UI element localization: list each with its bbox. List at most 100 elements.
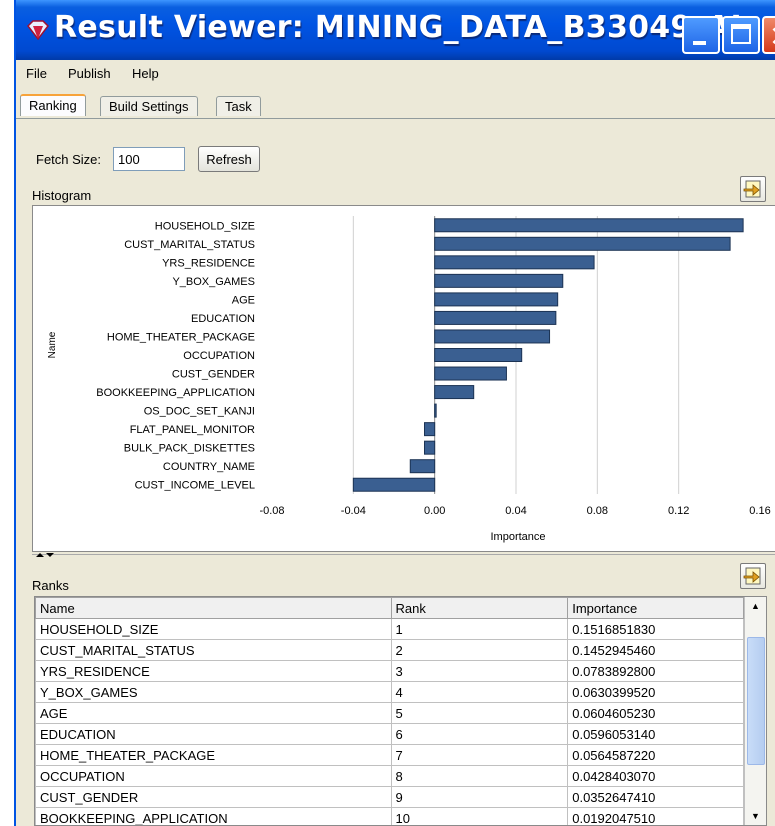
table-row[interactable]: BOOKKEEPING_APPLICATION 10 0.0192047510 [35, 807, 744, 825]
cell-rank: 8 [390, 765, 569, 787]
bar [434, 366, 507, 381]
result-viewer-window: Result Viewer: MINING_DATA_B33049_AI ✕ F… [14, 0, 775, 826]
cell-rank: 2 [390, 639, 569, 661]
bar [434, 292, 559, 307]
cell-name: OCCUPATION [35, 765, 392, 787]
cell-rank: 10 [390, 807, 569, 825]
y-category-label: COUNTRY_NAME [163, 461, 255, 473]
y-category-label: OCCUPATION [183, 350, 255, 362]
close-button[interactable]: ✕ [762, 16, 775, 54]
table-row[interactable]: HOUSEHOLD_SIZE 1 0.1516851830 [35, 618, 744, 640]
x-tick-label: -0.08 [259, 505, 284, 517]
cell-name: HOUSEHOLD_SIZE [35, 618, 392, 640]
cell-importance: 0.0630399520 [567, 681, 744, 703]
histogram-svg: -0.08 -0.04 0.00 0.04 0.08 0.12 0.16 HOUSEHOLD_… [47, 216, 771, 543]
y-category-label: FLAT_PANEL_MONITOR [130, 424, 255, 436]
tab-ranking[interactable]: Ranking [20, 94, 86, 116]
table-row[interactable]: YRS_RESIDENCE 3 0.0783892800 [35, 660, 744, 682]
cell-name: YRS_RESIDENCE [35, 660, 392, 682]
scroll-thumb[interactable] [747, 637, 765, 765]
bar [434, 348, 523, 362]
maximize-icon [731, 24, 751, 44]
scroll-up-icon[interactable]: ▲ [745, 597, 766, 615]
table-header-row: Name Rank Importance [35, 597, 744, 619]
cell-importance: 0.0596053140 [567, 723, 744, 745]
column-header-importance[interactable]: Importance [567, 597, 744, 619]
maximize-button[interactable] [722, 16, 760, 54]
y-category-label: HOME_THEATER_PACKAGE [107, 331, 255, 343]
y-category-label: Y_BOX_GAMES [172, 276, 255, 288]
cell-name: CUST_MARITAL_STATUS [35, 639, 392, 661]
title-bar[interactable]: Result Viewer: MINING_DATA_B33049_AI ✕ [16, 0, 775, 60]
table-row[interactable]: Y_BOX_GAMES 4 0.0630399520 [35, 681, 744, 703]
y-category-label: HOUSEHOLD_SIZE [155, 220, 255, 232]
cell-importance: 0.0783892800 [567, 660, 744, 682]
table-row[interactable]: HOME_THEATER_PACKAGE 7 0.0564587220 [35, 744, 744, 766]
table-row[interactable]: OCCUPATION 8 0.0428403070 [35, 765, 744, 787]
scroll-down-icon[interactable]: ▼ [745, 807, 766, 825]
cell-name: HOME_THEATER_PACKAGE [35, 744, 392, 766]
x-tick-label: 0.12 [668, 505, 689, 517]
ranks-table: Name Rank Importance HOUSEHOLD_SIZE 1 0.15… [34, 596, 767, 826]
bar [409, 459, 436, 474]
splitter-arrows-icon [36, 553, 54, 557]
minimize-icon [693, 41, 706, 45]
tab-strip: Ranking Build Settings Task [16, 94, 775, 119]
cell-rank: 5 [390, 702, 569, 724]
y-category-label: AGE [232, 294, 255, 306]
bar [434, 310, 557, 325]
x-tick-label: -0.04 [341, 505, 366, 517]
bar [352, 477, 436, 492]
menu-bar: File Publish Help [16, 62, 775, 86]
fetch-size-input[interactable] [113, 147, 185, 171]
histogram-export-button[interactable] [740, 176, 766, 202]
gem-icon [27, 20, 49, 40]
bar [434, 218, 744, 233]
cell-rank: 3 [390, 660, 569, 682]
y-axis-title: Name [47, 331, 58, 358]
cell-rank: 1 [390, 618, 569, 640]
y-category-label: CUST_GENDER [172, 369, 255, 381]
x-tick-label: 0.08 [587, 505, 608, 517]
y-category-label: CUST_INCOME_LEVEL [135, 480, 255, 492]
histogram-chart: -0.08 -0.04 0.00 0.04 0.08 0.12 0.16 HOUSEHOLD_… [32, 205, 775, 552]
bar [434, 403, 437, 418]
histogram-label: Histogram [32, 188, 92, 203]
column-header-rank[interactable]: Rank [390, 597, 569, 619]
table-row[interactable]: CUST_MARITAL_STATUS 2 0.1452945460 [35, 639, 744, 661]
table-row[interactable]: AGE 5 0.0604605230 [35, 702, 744, 724]
bar [434, 273, 564, 288]
table-row[interactable]: EDUCATION 6 0.0596053140 [35, 723, 744, 745]
cell-name: BOOKKEEPING_APPLICATION [35, 807, 392, 825]
tab-build-settings[interactable]: Build Settings [100, 96, 198, 116]
fetch-size-label: Fetch Size: [36, 152, 102, 167]
cell-importance: 0.0352647410 [567, 786, 744, 808]
menu-file[interactable]: File [26, 66, 47, 81]
cell-importance: 0.0428403070 [567, 765, 744, 787]
ranks-export-button[interactable] [740, 563, 766, 589]
cell-importance: 0.0192047510 [567, 807, 744, 825]
cell-importance: 0.0604605230 [567, 702, 744, 724]
table-row[interactable]: CUST_GENDER 9 0.0352647410 [35, 786, 744, 808]
bar [424, 440, 436, 455]
x-tick-label: 0.04 [505, 505, 526, 517]
cell-name: CUST_GENDER [35, 786, 392, 808]
minimize-button[interactable] [682, 16, 720, 54]
tab-task[interactable]: Task [216, 96, 261, 116]
y-category-label: BULK_PACK_DISKETTES [124, 443, 255, 455]
bar [434, 236, 731, 251]
cell-rank: 6 [390, 723, 569, 745]
export-icon [743, 180, 761, 198]
column-header-name[interactable]: Name [35, 597, 392, 619]
splitter-handle[interactable] [32, 553, 775, 563]
menu-help[interactable]: Help [132, 66, 159, 81]
bar [434, 329, 551, 344]
cell-rank: 7 [390, 744, 569, 766]
cell-name: EDUCATION [35, 723, 392, 745]
table-scrollbar[interactable]: ▲ ▼ [744, 597, 766, 825]
ranks-label: Ranks [32, 578, 69, 593]
cell-rank: 9 [390, 786, 569, 808]
menu-publish[interactable]: Publish [68, 66, 111, 81]
refresh-button[interactable]: Refresh [198, 146, 260, 172]
x-tick-label: 0.00 [424, 505, 445, 517]
